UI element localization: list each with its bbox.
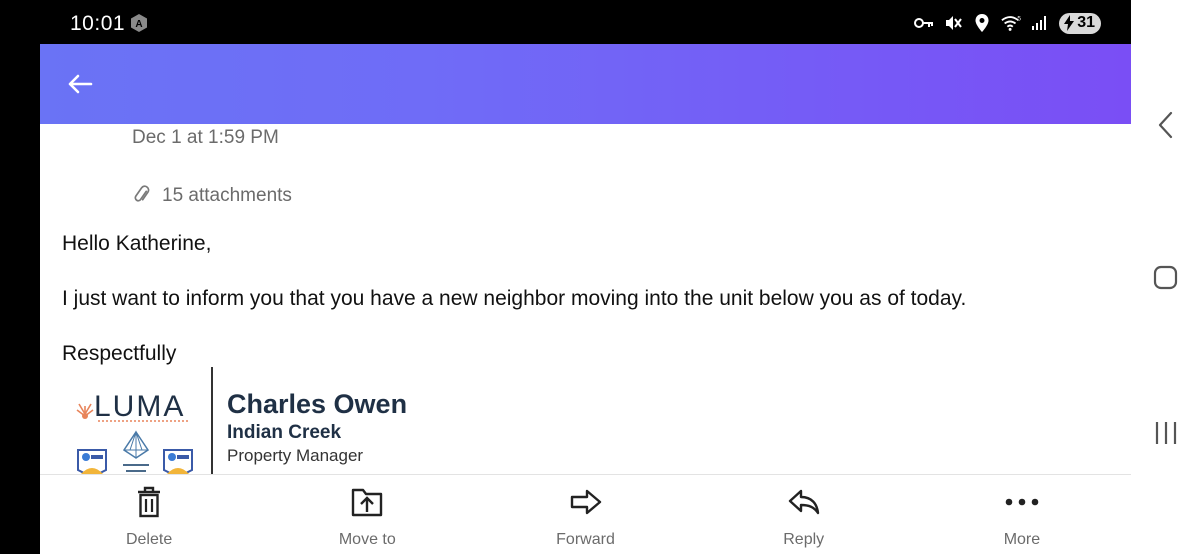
auto-icon: A xyxy=(130,14,148,32)
attachments-link[interactable]: 15 attachments xyxy=(132,185,292,207)
battery-saver-icon xyxy=(1064,15,1075,31)
status-time: 10:01 xyxy=(70,12,126,35)
arrow-left-icon xyxy=(68,74,93,94)
email-date: Dec 1 at 1:59 PM xyxy=(132,127,279,148)
luma-logo-text: LUMA xyxy=(94,390,186,423)
battery-indicator: 31 xyxy=(1059,12,1101,34)
luma-tagline xyxy=(98,420,188,422)
delete-label: Delete xyxy=(125,531,173,548)
nav-recents-icon[interactable] xyxy=(1153,418,1179,448)
forward-label: Forward xyxy=(556,531,615,548)
wifi-icon: 5 xyxy=(1001,13,1021,33)
status-bar: 10:01 A 5 31 xyxy=(40,0,1131,44)
email-screen: 10:01 A 5 31 Dec 1 at 1:59 PM 15 attachm… xyxy=(40,0,1131,554)
forward-button[interactable]: Forward xyxy=(476,475,694,554)
email-greeting: Hello Katherine, xyxy=(62,232,212,255)
delete-button[interactable]: Delete xyxy=(40,475,258,554)
move-to-label: Move to xyxy=(338,531,396,548)
nav-back-icon[interactable] xyxy=(1153,110,1179,140)
reply-label: Reply xyxy=(783,531,825,548)
email-message: I just want to inform you that you have … xyxy=(62,287,967,310)
mute-icon xyxy=(943,13,963,33)
signature-name: Charles Owen xyxy=(227,389,408,419)
move-to-button[interactable]: Move to xyxy=(258,475,476,554)
more-icon xyxy=(1005,485,1039,519)
svg-text:5: 5 xyxy=(1018,15,1022,22)
trash-icon xyxy=(132,485,166,519)
signature-title: Property Manager xyxy=(227,446,364,465)
paperclip-icon xyxy=(134,185,150,202)
system-nav-bar xyxy=(1131,0,1200,554)
more-button[interactable]: More xyxy=(913,475,1131,554)
luma-logo-icon xyxy=(76,403,94,419)
battery-level: 31 xyxy=(1077,14,1095,31)
left-bezel xyxy=(0,0,40,554)
back-button[interactable] xyxy=(62,66,98,102)
signal-icon xyxy=(1030,13,1050,33)
reply-icon xyxy=(787,485,821,519)
svg-text:A: A xyxy=(135,19,142,30)
app-header xyxy=(40,44,1131,124)
email-signoff: Respectfully xyxy=(62,342,177,365)
forward-icon xyxy=(569,485,603,519)
status-icons: 5 31 xyxy=(914,12,1101,34)
email-action-toolbar: Delete Move to Forward Reply More xyxy=(40,474,1131,554)
signature-company: Indian Creek xyxy=(227,422,342,443)
sapphire-logo-icon xyxy=(122,430,150,472)
signature-divider xyxy=(211,367,213,479)
reply-button[interactable]: Reply xyxy=(695,475,913,554)
key-icon xyxy=(914,13,934,33)
nav-home-icon[interactable] xyxy=(1153,263,1179,293)
signature-logos: LUMA xyxy=(76,390,196,478)
location-icon xyxy=(972,13,992,33)
move-to-icon xyxy=(350,485,384,519)
attachments-count: 15 attachments xyxy=(162,185,292,206)
more-label: More xyxy=(1003,531,1041,548)
